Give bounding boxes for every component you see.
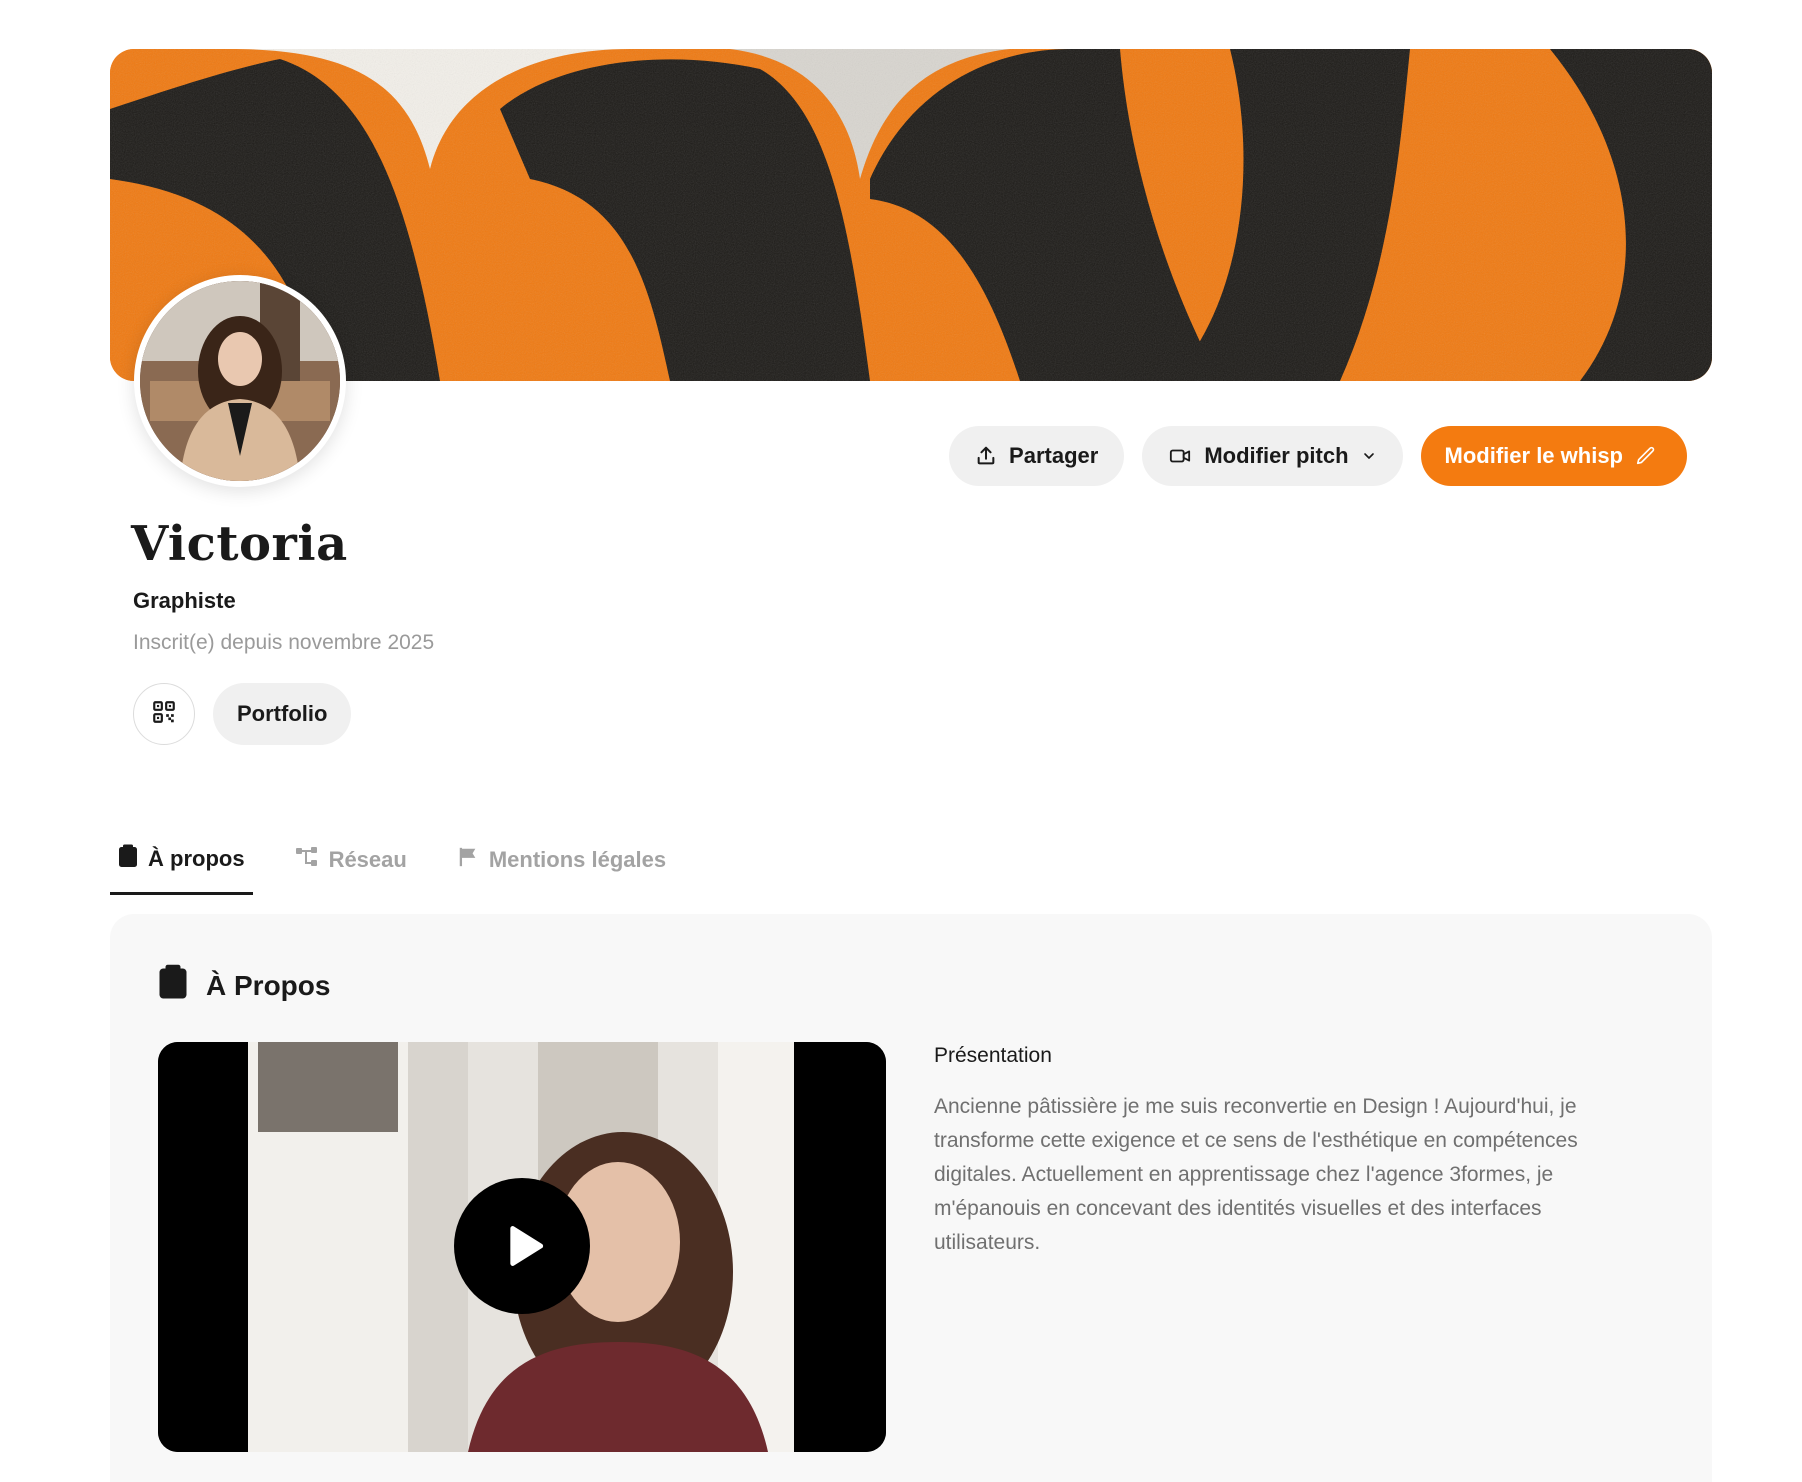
profile-page: Partager Modifier pitch Modifier le whis… <box>0 0 1802 1482</box>
edit-whisp-label: Modifier le whisp <box>1444 443 1623 468</box>
share-label: Partager <box>1009 443 1099 468</box>
profile-links: Portfolio <box>133 683 352 745</box>
clipboard-icon <box>118 844 138 874</box>
cover-banner <box>110 49 1712 381</box>
profile-tabs: À propos Réseau Mentions légales <box>110 832 708 895</box>
clipboard-icon <box>158 964 188 1007</box>
tab-legal[interactable]: Mentions légales <box>449 834 674 895</box>
about-panel: À Propos Présentation Ancienne pâtissièr… <box>110 914 1712 1482</box>
tab-network[interactable]: Réseau <box>287 834 415 895</box>
pitch-video[interactable] <box>158 1042 886 1452</box>
avatar-portrait <box>140 281 340 481</box>
tab-network-label: Réseau <box>328 847 407 872</box>
video-camera-icon <box>1168 445 1192 467</box>
network-icon <box>295 846 319 874</box>
edit-pitch-label: Modifier pitch <box>1204 443 1349 468</box>
share-button[interactable]: Partager <box>949 426 1125 486</box>
about-title: À Propos <box>206 969 331 1001</box>
edit-whisp-button[interactable]: Modifier le whisp <box>1420 426 1687 486</box>
banner-artwork <box>110 49 1712 381</box>
avatar[interactable] <box>134 275 346 487</box>
qr-code-button[interactable] <box>133 683 195 745</box>
flag-icon <box>457 846 479 874</box>
play-button[interactable] <box>454 1178 590 1314</box>
qr-code-icon <box>151 699 177 730</box>
tab-about-label: À propos <box>148 846 245 871</box>
portfolio-link[interactable]: Portfolio <box>213 683 352 745</box>
pencil-icon <box>1635 445 1657 467</box>
edit-pitch-button[interactable]: Modifier pitch <box>1142 426 1403 486</box>
profile-role: Graphiste <box>133 588 236 613</box>
header-actions: Partager Modifier pitch Modifier le whis… <box>949 426 1687 486</box>
chevron-down-icon <box>1361 448 1377 464</box>
play-icon <box>494 1218 550 1274</box>
avatar-photo <box>140 281 340 481</box>
upload-icon <box>975 445 997 467</box>
presentation-label: Présentation <box>934 1044 1052 1067</box>
tab-about[interactable]: À propos <box>110 832 253 895</box>
profile-name: Victoria <box>131 516 348 572</box>
about-heading: À Propos <box>158 964 330 1007</box>
presentation-text: Ancienne pâtissière je me suis reconvert… <box>934 1095 1578 1254</box>
member-since: Inscrit(e) depuis novembre 2025 <box>133 631 435 654</box>
tab-legal-label: Mentions légales <box>488 847 667 872</box>
